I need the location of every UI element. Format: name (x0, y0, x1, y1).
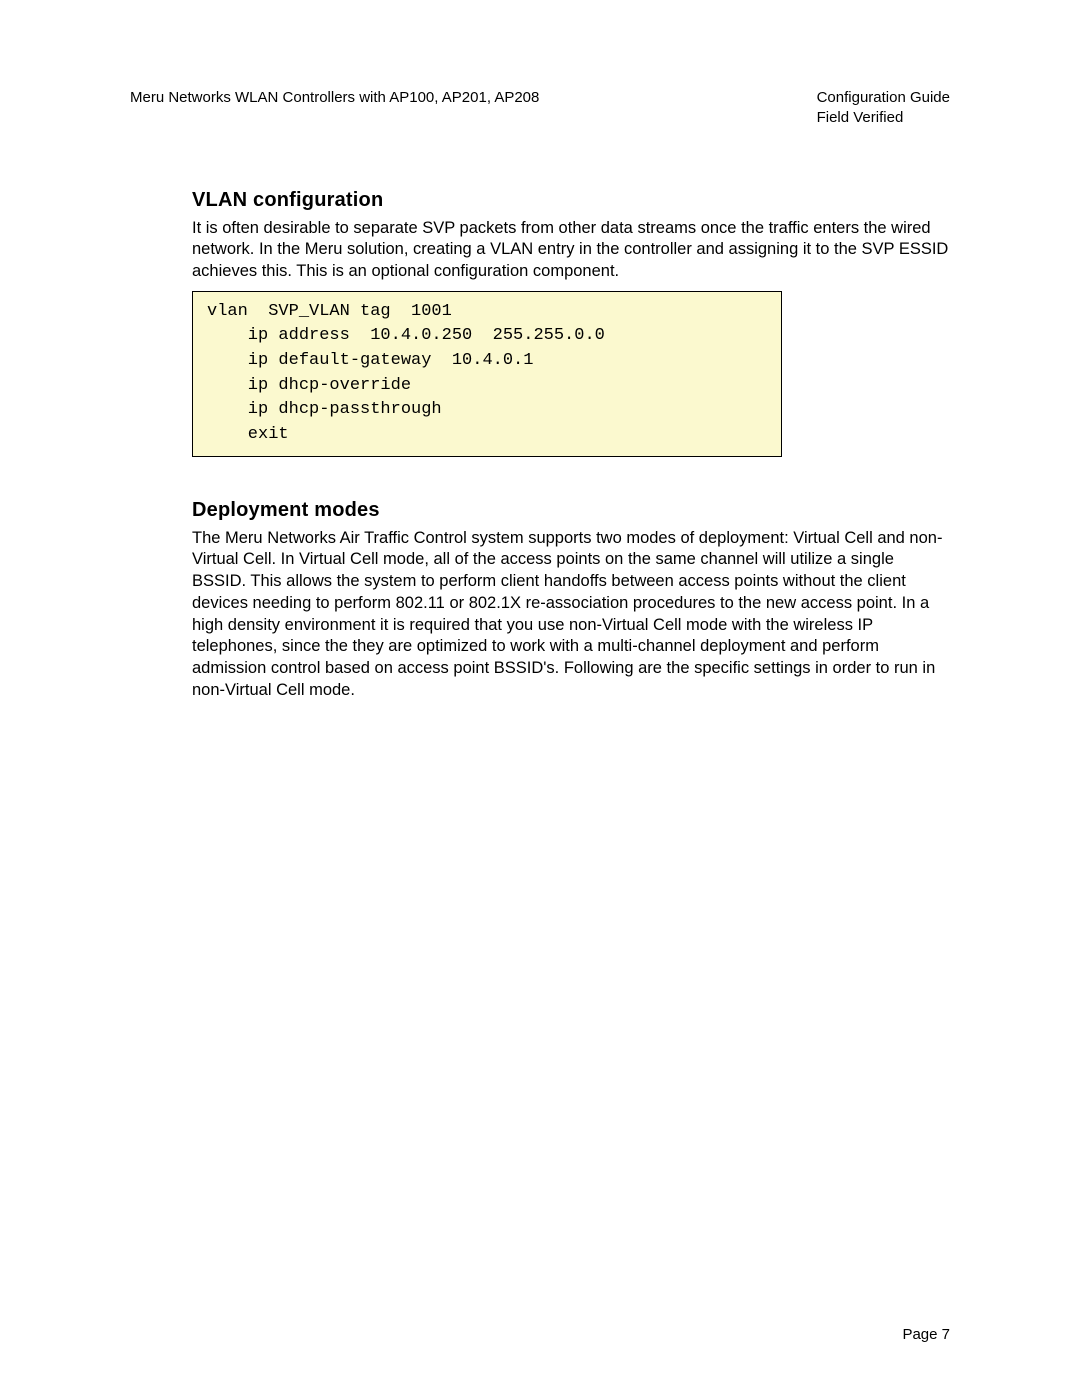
section-body-vlan: It is often desirable to separate SVP pa… (192, 218, 950, 283)
section-title-vlan: VLAN configuration (192, 189, 950, 212)
page-header: Meru Networks WLAN Controllers with AP10… (130, 88, 950, 129)
header-guide-label: Configuration Guide (817, 88, 950, 108)
section-spacer (192, 457, 950, 499)
document-page: Meru Networks WLAN Controllers with AP10… (0, 0, 1080, 1397)
page-content: VLAN configuration It is often desirable… (130, 189, 950, 702)
page-number: Page 7 (902, 1326, 950, 1343)
code-block-vlan: vlan SVP_VLAN tag 1001 ip address 10.4.0… (192, 291, 782, 457)
section-title-deployment: Deployment modes (192, 499, 950, 522)
section-body-deployment: The Meru Networks Air Traffic Control sy… (192, 528, 950, 702)
header-left-title: Meru Networks WLAN Controllers with AP10… (130, 88, 817, 108)
header-right-block: Configuration Guide Field Verified (817, 88, 950, 129)
header-verified-label: Field Verified (817, 108, 950, 128)
